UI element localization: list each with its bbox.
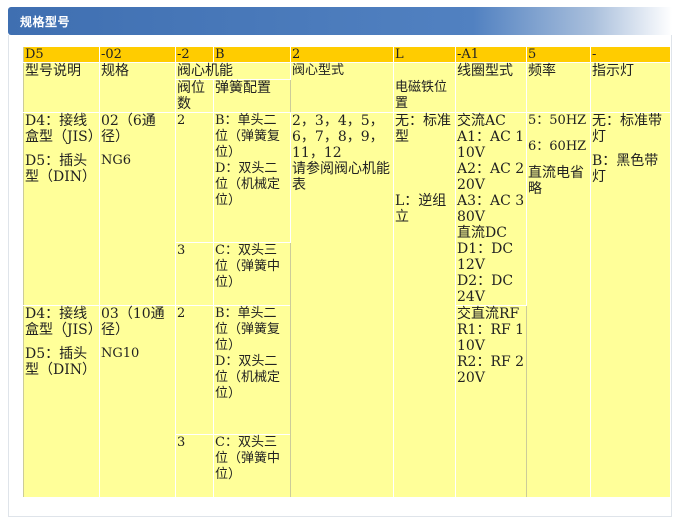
model-d5: D5：插头型（DIN）	[25, 346, 97, 378]
coil-d2: D2：DC 24V	[457, 273, 514, 305]
code-cell: B	[213, 46, 291, 63]
spring-c: C：双头三位（弹簧中位）	[215, 435, 281, 482]
spool-numbers: 2，3，4，5，6，7，8，9，11，12	[292, 113, 384, 161]
springs-bd: B：单头二位（弹簧复位） D：双头二位（机械定位）	[213, 305, 291, 435]
coil-dc-title: 直流DC	[457, 225, 507, 241]
indicator-b: B：黑色带灯	[592, 153, 659, 185]
solenoid-none: 无：标准型	[395, 113, 451, 145]
coil-d1: D1：DC 12V	[457, 241, 514, 273]
coil-a2: A2：AC 220V	[457, 161, 525, 193]
header-model-desc: 型号说明	[23, 62, 100, 113]
spec-ng6: NG6	[101, 153, 132, 168]
code-cell: D5	[23, 46, 100, 63]
header-frequency: 频率	[526, 62, 591, 113]
coil-cell-ac-dc: 交流AC A1：AC 110V A2：AC 220V A3：AC 380V 直流…	[455, 112, 527, 306]
positions-2: 2	[175, 112, 214, 243]
spring-c: C：双头三位（弹簧中位）	[215, 242, 281, 290]
indicator-cell: 无：标准带灯 B：黑色带灯	[590, 112, 671, 498]
code-cell: 2	[290, 46, 394, 63]
coil-cell-rf: 交直流RF R1：RF 110V R2：RF 220V	[455, 305, 527, 498]
section-title: 规格型号	[20, 15, 71, 29]
model-d4: D4：接线盒型（JIS）	[25, 306, 102, 338]
springs-c: C：双头三位（弹簧中位）	[213, 434, 291, 498]
model-desc-cell: D4：接线盒型（JIS） D5：插头型（DIN）	[23, 112, 102, 306]
model-d4: D4：接线盒型（JIS）	[25, 113, 102, 145]
header-solenoid-position: 电磁铁位置	[393, 62, 456, 113]
section-header: 规格型号	[8, 7, 672, 35]
spring-d: D：双头二位（机械定位）	[215, 161, 281, 208]
springs-c: C：双头三位（弹簧中位）	[213, 241, 291, 307]
code-cell: -02	[99, 46, 176, 63]
spring-d: D：双头二位（机械定位）	[215, 354, 281, 401]
header-spec: 规格	[99, 62, 176, 113]
spring-b: B：单头二位（弹簧复位）	[215, 113, 281, 160]
code-cell: -	[590, 46, 671, 63]
spec-cell-02: 02（6通径） NG6	[99, 112, 176, 306]
header-spring-config: 弹簧配置	[213, 79, 291, 113]
positions-3: 3	[175, 241, 214, 307]
model-desc-cell: D4：接线盒型（JIS） D5：插头型（DIN）	[23, 305, 102, 498]
frequency-dc-note: 直流电省略	[528, 165, 584, 197]
coil-a1: A1：AC 110V	[457, 129, 525, 161]
spec-row-02-pos2: D4：接线盒型（JIS） D5：插头型（DIN） 02（6通径） NG6 2 B…	[23, 112, 671, 498]
coil-rf-title: 交直流RF	[457, 306, 520, 322]
spec-table: D5 -02 -2 B 2 L -A1 5 - 型号说明 规格 阀心机能 阀心型…	[23, 46, 671, 498]
frequency-60: 6：60HZ	[528, 139, 587, 154]
coil-a3: A3：AC 380V	[457, 193, 525, 225]
code-cell: L	[393, 46, 456, 63]
coil-r2: R2：RF 220V	[457, 354, 525, 386]
header-coil-type: 线圈型式	[455, 62, 527, 113]
header-spool-type: 阀心型式	[290, 62, 394, 113]
code-cell: 5	[526, 46, 591, 63]
spec-03: 03（10通径）	[101, 306, 165, 338]
header-valve-positions: 阀位数	[175, 79, 214, 113]
positions-3: 3	[175, 434, 214, 498]
code-cell: -2	[175, 46, 214, 63]
code-cell: -A1	[455, 46, 527, 63]
frequency-50: 5：50HZ	[528, 113, 587, 128]
spec-02: 02（6通径）	[101, 113, 156, 145]
header-indicator: 指示灯	[590, 62, 671, 113]
frequency-cell: 5：50HZ 6：60HZ 直流电省略	[526, 112, 591, 498]
spec-cell-03: 03（10通径） NG10	[99, 305, 176, 498]
spool-cell: 2，3，4，5，6，7，8，9，11，12 请参阅阀心机能表	[290, 112, 394, 498]
spec-ng10: NG10	[101, 346, 140, 361]
positions-2: 2	[175, 305, 214, 435]
code-row: D5 -02 -2 B 2 L -A1 5 -	[23, 46, 671, 63]
header-valve-function: 阀心机能	[175, 62, 291, 80]
model-d5: D5：插头型（DIN）	[25, 153, 97, 185]
header-row-1: 型号说明 规格 阀心机能 阀心型式 电磁铁位置 线圈型式 频率 指示灯	[23, 62, 671, 113]
solenoid-cell: 无：标准型 L：逆组立	[393, 112, 456, 498]
solenoid-l: L：逆组立	[395, 193, 447, 225]
spring-b: B：单头二位（弹簧复位）	[215, 306, 281, 353]
coil-r1: R1：RF 110V	[457, 322, 525, 354]
springs-bd: B：单头二位（弹簧复位） D：双头二位（机械定位）	[213, 112, 291, 243]
indicator-none: 无：标准带灯	[592, 113, 662, 145]
spool-note: 请参阅阀心机能表	[292, 161, 390, 193]
coil-ac-title: 交流AC	[457, 113, 506, 129]
